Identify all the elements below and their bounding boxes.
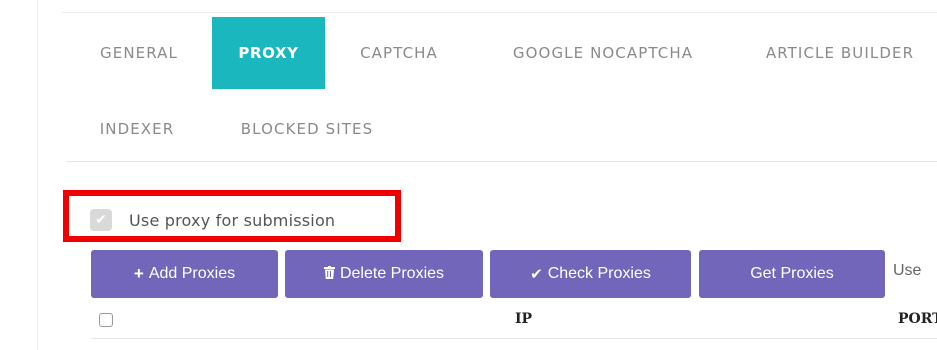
- get-proxies-button[interactable]: Get Proxies: [699, 250, 885, 298]
- tab-general[interactable]: GENERAL: [78, 17, 200, 89]
- use-partial-label: Use: [893, 262, 922, 279]
- add-proxies-button[interactable]: + Add Proxies: [91, 250, 278, 298]
- proxy-table-header: IP PORT: [91, 302, 937, 339]
- select-all-checkbox[interactable]: [99, 313, 113, 327]
- tab-captcha[interactable]: CAPTCHA: [337, 17, 461, 89]
- column-header-ip[interactable]: IP: [515, 311, 532, 327]
- check-proxies-label: Check Proxies: [547, 265, 651, 282]
- get-proxies-label: Get Proxies: [750, 265, 834, 282]
- add-proxies-label: Add Proxies: [148, 265, 236, 282]
- column-header-port[interactable]: PORT: [898, 311, 937, 327]
- top-divider: [62, 12, 937, 13]
- tab-article-builder[interactable]: ARTICLE BUILDER: [743, 17, 937, 89]
- check-icon: ✔: [530, 266, 543, 283]
- tab-google-nocaptcha[interactable]: GOOGLE NOCAPTCHA: [479, 17, 727, 89]
- tabs-divider: [67, 161, 937, 162]
- tab-proxy[interactable]: PROXY: [212, 17, 325, 89]
- highlight-annotation: [63, 190, 401, 242]
- trash-icon: [323, 266, 335, 282]
- tab-blocked-sites[interactable]: BLOCKED SITES: [214, 106, 400, 152]
- plus-icon: +: [133, 264, 144, 283]
- delete-proxies-label: Delete Proxies: [339, 265, 445, 282]
- left-divider: [37, 0, 38, 350]
- delete-proxies-button[interactable]: Delete Proxies: [285, 250, 483, 298]
- tab-indexer[interactable]: INDEXER: [78, 106, 196, 152]
- check-proxies-button[interactable]: ✔ Check Proxies: [490, 250, 691, 298]
